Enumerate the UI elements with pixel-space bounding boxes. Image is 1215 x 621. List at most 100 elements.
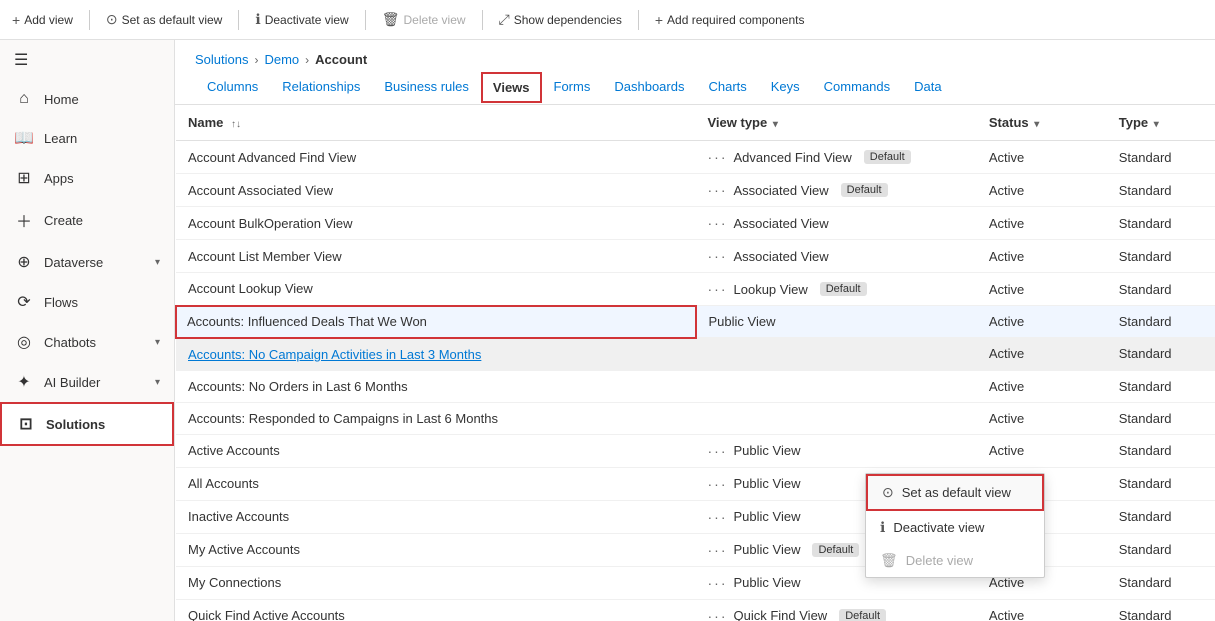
row-dots-menu-11[interactable]: ···	[708, 476, 728, 492]
row-dots-menu-4[interactable]: ···	[708, 248, 728, 264]
row-type-15: Standard	[1107, 599, 1215, 621]
context-menu-delete-label: Delete view	[906, 553, 973, 568]
separator-5	[638, 10, 639, 30]
table-row[interactable]: Quick Find Active Accounts···Quick Find …	[176, 599, 1215, 621]
add-required-button[interactable]: + Add required components	[655, 12, 805, 28]
table-row[interactable]: Accounts: No Campaign Activities in Last…	[176, 338, 1215, 371]
table-row[interactable]: Accounts: Influenced Deals That We WonPu…	[176, 306, 1215, 338]
sidebar-solutions-label: Solutions	[46, 417, 105, 432]
row-dots-menu-13[interactable]: ···	[708, 542, 728, 558]
col-header-status[interactable]: Status ▾	[977, 105, 1107, 141]
sidebar-item-apps[interactable]: ⊞ Apps	[0, 158, 174, 198]
row-viewtype-4: ···Associated View	[696, 240, 977, 273]
delete-view-button[interactable]: 🗑 Delete view	[382, 11, 466, 28]
row-name-7: Accounts: No Campaign Activities in Last…	[176, 338, 696, 371]
row-dots-menu-15[interactable]: ···	[708, 608, 728, 621]
view-type-label-11: Public View	[734, 476, 801, 491]
row-type-7: Standard	[1107, 338, 1215, 371]
sidebar-learn-label: Learn	[44, 131, 77, 146]
sidebar-item-home[interactable]: ⌂ Home	[0, 80, 174, 118]
view-type-label-5: Lookup View	[734, 282, 808, 297]
row-dots-menu-3[interactable]: ···	[708, 215, 728, 231]
table-row[interactable]: My Connections···Public ViewActiveStanda…	[176, 566, 1215, 599]
sidebar-item-ai-builder[interactable]: ✦ AI Builder ▾	[0, 362, 174, 402]
view-type-badge-13: Default	[812, 543, 859, 557]
add-view-button[interactable]: + Add view	[12, 12, 73, 28]
tab-keys[interactable]: Keys	[759, 71, 812, 104]
show-dependencies-button[interactable]: ⤢ Show dependencies	[499, 11, 622, 28]
table-row[interactable]: Account Advanced Find View···Advanced Fi…	[176, 141, 1215, 174]
dataverse-icon: ⊕	[14, 252, 34, 272]
row-name-3: Account BulkOperation View	[176, 207, 696, 240]
row-dots-menu-14[interactable]: ···	[708, 575, 728, 591]
sidebar-item-chatbots[interactable]: ◎ Chatbots ▾	[0, 322, 174, 362]
breadcrumb-current: Account	[315, 52, 367, 67]
table-row[interactable]: My Active Accounts···Public ViewDefaultA…	[176, 533, 1215, 566]
sidebar-item-dataverse[interactable]: ⊕ Dataverse ▾	[0, 242, 174, 282]
delete-label: Delete view	[404, 13, 466, 27]
table-row[interactable]: Inactive Accounts···Public ViewActiveSta…	[176, 500, 1215, 533]
table-row[interactable]: Account BulkOperation View···Associated …	[176, 207, 1215, 240]
col-header-name[interactable]: Name ↑↓	[176, 105, 696, 141]
set-default-icon: ⊙	[106, 11, 118, 28]
row-status-4: Active	[977, 240, 1107, 273]
sidebar-apps-label: Apps	[44, 171, 74, 186]
row-dots-menu-5[interactable]: ···	[708, 281, 728, 297]
row-dots-menu-10[interactable]: ···	[708, 443, 728, 459]
breadcrumb-sep-2: ›	[305, 53, 309, 67]
add-required-label: Add required components	[667, 13, 804, 27]
chatbots-icon: ◎	[14, 332, 34, 352]
table-row[interactable]: Account Lookup View···Lookup ViewDefault…	[176, 273, 1215, 306]
chevron-down-icon-2: ▾	[155, 337, 160, 348]
table-row[interactable]: Accounts: Responded to Campaigns in Last…	[176, 402, 1215, 434]
sidebar-item-create[interactable]: ＋ Create	[0, 198, 174, 242]
sidebar-item-flows[interactable]: ⟳ Flows	[0, 282, 174, 322]
breadcrumb-solutions[interactable]: Solutions	[195, 52, 248, 67]
view-type-badge-5: Default	[820, 282, 867, 296]
row-type-14: Standard	[1107, 566, 1215, 599]
row-dots-menu-2[interactable]: ···	[708, 182, 728, 198]
table-row[interactable]: Accounts: No Orders in Last 6 Months Acti…	[176, 370, 1215, 402]
context-menu-set-default[interactable]: ⊙ Set as default view	[866, 474, 1044, 511]
tab-business-rules[interactable]: Business rules	[372, 71, 481, 104]
col-header-viewtype[interactable]: View type ▾	[696, 105, 977, 141]
view-type-badge-1: Default	[864, 150, 911, 164]
table-row[interactable]: Account Associated View···Associated Vie…	[176, 174, 1215, 207]
row-status-1: Active	[977, 141, 1107, 174]
row-name-8: Accounts: No Orders in Last 6 Months	[176, 370, 696, 402]
hamburger-button[interactable]: ☰	[0, 40, 174, 80]
tab-data[interactable]: Data	[902, 71, 953, 104]
row-status-8: Active	[977, 370, 1107, 402]
tab-columns[interactable]: Columns	[195, 71, 270, 104]
row-dots-menu-1[interactable]: ···	[708, 149, 728, 165]
tab-charts[interactable]: Charts	[696, 71, 758, 104]
flows-icon: ⟳	[14, 292, 34, 312]
tab-commands[interactable]: Commands	[812, 71, 902, 104]
row-dots-menu-12[interactable]: ···	[708, 509, 728, 525]
tab-dashboards[interactable]: Dashboards	[602, 71, 696, 104]
table-row[interactable]: Account List Member View···Associated Vi…	[176, 240, 1215, 273]
main-area: ☰ ⌂ Home 📖 Learn ⊞ Apps ＋ Create ⊕ Datav…	[0, 40, 1215, 621]
row-name-12: Inactive Accounts	[176, 500, 696, 533]
add-required-icon: +	[655, 12, 663, 28]
dependencies-label: Show dependencies	[514, 13, 622, 27]
row-status-9: Active	[977, 402, 1107, 434]
sidebar-item-solutions[interactable]: ⊡ Solutions	[0, 402, 174, 446]
col-header-type[interactable]: Type ▾	[1107, 105, 1215, 141]
row-name-4: Account List Member View	[176, 240, 696, 273]
table-row[interactable]: Active Accounts···Public ViewActiveStand…	[176, 434, 1215, 467]
tab-relationships[interactable]: Relationships	[270, 71, 372, 104]
table-row[interactable]: All Accounts···Public ViewActiveStandard	[176, 467, 1215, 500]
breadcrumb-demo[interactable]: Demo	[264, 52, 299, 67]
row-viewtype-5: ··· Lookup View Default	[696, 273, 977, 306]
context-menu-deactivate[interactable]: ℹ Deactivate view	[866, 511, 1044, 544]
row-status-10: Active	[977, 434, 1107, 467]
tab-views[interactable]: Views	[481, 72, 542, 103]
sidebar-item-learn[interactable]: 📖 Learn	[0, 118, 174, 158]
deactivate-cm-icon: ℹ	[880, 519, 885, 536]
sidebar: ☰ ⌂ Home 📖 Learn ⊞ Apps ＋ Create ⊕ Datav…	[0, 40, 175, 621]
deactivate-view-button[interactable]: ℹ Deactivate view	[255, 11, 348, 28]
tab-forms[interactable]: Forms	[542, 71, 603, 104]
delete-cm-icon: 🗑	[880, 552, 898, 569]
set-default-view-button[interactable]: ⊙ Set as default view	[106, 11, 222, 28]
